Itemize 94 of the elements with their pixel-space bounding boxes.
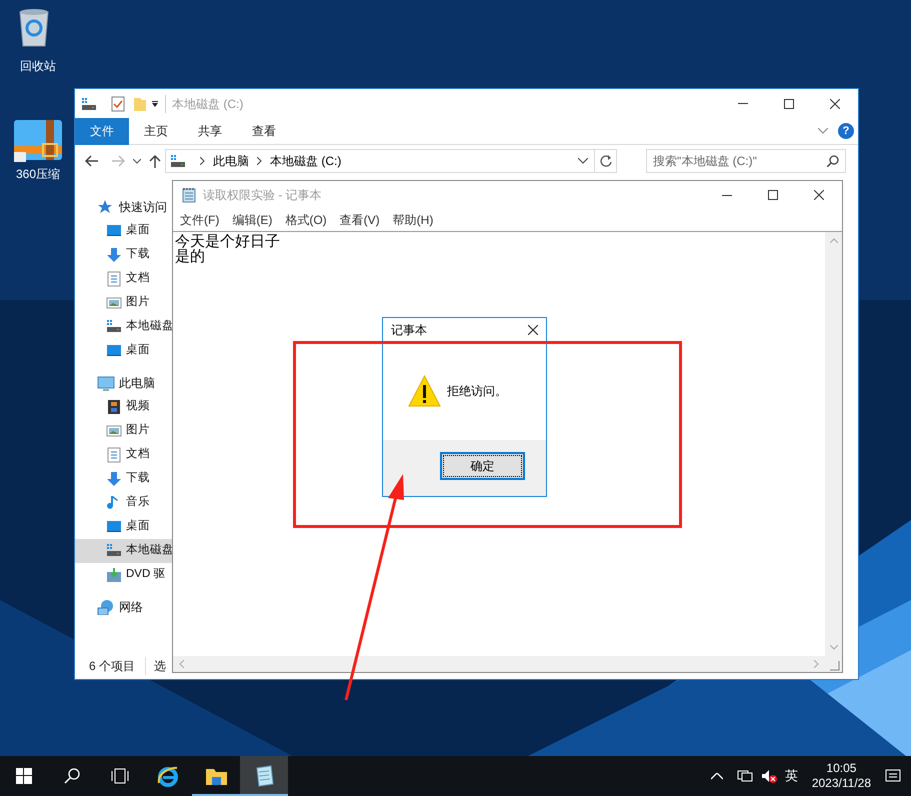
sidebar-item[interactable]: 快速访问: [119, 198, 167, 216]
sidebar-item[interactable]: 音乐: [75, 491, 173, 515]
film-icon: [106, 399, 122, 415]
address-bar[interactable]: 此电脑 本地磁盘 (C:): [165, 149, 617, 173]
drive-icon: [106, 543, 122, 559]
refresh-icon[interactable]: [600, 155, 612, 167]
chevron-up-icon[interactable]: [710, 772, 723, 780]
search-icon: [827, 155, 839, 167]
search-icon: [64, 768, 80, 784]
menu-item[interactable]: 格式(O): [285, 211, 327, 229]
drive-icon: [170, 154, 186, 168]
dvd-drive-icon: [106, 567, 122, 583]
computer-icon: [97, 375, 115, 391]
clock[interactable]: 10:05 2023/11/28: [806, 761, 877, 791]
image-icon: [106, 295, 122, 311]
ribbon-tab[interactable]: 查看: [237, 118, 291, 144]
network-icon: [97, 599, 115, 615]
desktop-icon-label[interactable]: 360压缩: [16, 166, 60, 182]
ribbon-tab[interactable]: 主页: [129, 118, 183, 144]
breadcrumb[interactable]: 本地磁盘 (C:): [270, 152, 342, 170]
ribbon-tab[interactable]: 共享: [183, 118, 237, 144]
sidebar-item[interactable]: 图片: [75, 291, 173, 315]
close-icon[interactable]: [814, 190, 824, 200]
notepad-icon: [181, 187, 197, 203]
ok-button[interactable]: 确定: [440, 452, 525, 480]
document-icon: [106, 447, 122, 463]
menu-item[interactable]: 帮助(H): [392, 211, 434, 229]
sidebar-item[interactable]: 网络: [119, 598, 143, 616]
close-icon[interactable]: [528, 325, 538, 335]
sidebar-item[interactable]: 此电脑: [119, 374, 155, 392]
desktop-icon: [106, 519, 122, 535]
document-icon: [106, 271, 122, 287]
minimize-icon[interactable]: [722, 194, 732, 196]
sidebar-item[interactable]: 文档: [75, 443, 173, 467]
window-title: 读取权限实验 - 记事本: [203, 187, 322, 204]
sidebar-item[interactable]: 文档: [75, 267, 173, 291]
sidebar-item[interactable]: 图片: [75, 419, 173, 443]
maximize-icon[interactable]: [768, 190, 778, 200]
input-method-button[interactable]: 英: [784, 766, 798, 786]
text-line[interactable]: 是的: [175, 249, 205, 264]
chevron-right-icon: [257, 157, 262, 165]
chevron-down-icon: [818, 128, 828, 134]
drive-icon: [106, 319, 122, 335]
status-text: 6 个项目: [89, 658, 136, 675]
status-text: 选: [145, 657, 166, 675]
chevron-right-icon: [200, 157, 205, 165]
speaker-muted-icon[interactable]: [760, 769, 777, 783]
download-arrow-icon: [106, 247, 122, 263]
checklist-icon[interactable]: [111, 96, 125, 112]
text-line[interactable]: 今天是个好日子: [175, 234, 280, 249]
sidebar-item[interactable]: 桌面: [75, 339, 173, 363]
window-title: 本地磁盘 (C:): [165, 94, 244, 112]
close-icon[interactable]: [830, 98, 840, 108]
breadcrumb[interactable]: 此电脑: [213, 152, 249, 170]
menu-item[interactable]: 文件(F): [180, 211, 220, 229]
drive-icon: [81, 96, 97, 110]
warning-icon: [408, 375, 441, 407]
download-arrow-icon: [106, 471, 122, 487]
desktop-icon: [106, 223, 122, 239]
sidebar-item[interactable]: 桌面: [75, 515, 173, 539]
task-view-icon: [111, 768, 129, 784]
dialog-title: 记事本: [391, 322, 427, 339]
sidebar-item[interactable]: 下载: [75, 467, 173, 491]
scroll-right-icon: [814, 660, 819, 668]
search-field[interactable]: 搜索"本地磁盘 (C:)": [646, 149, 846, 173]
sidebar-item[interactable]: 视频: [75, 395, 173, 419]
sidebar-item[interactable]: 下载: [75, 243, 173, 267]
scroll-up-icon: [830, 238, 838, 243]
desktop-icon-label[interactable]: 回收站: [20, 58, 56, 74]
dialog-message: 拒绝访问。: [447, 383, 507, 400]
network-icon[interactable]: [736, 769, 753, 783]
sidebar-item[interactable]: DVD 驱: [75, 563, 173, 587]
sidebar-item[interactable]: 本地磁盘: [75, 315, 173, 339]
notification-icon[interactable]: [885, 768, 901, 784]
sidebar-item[interactable]: 本地磁盘: [75, 539, 173, 563]
maximize-icon[interactable]: [784, 98, 794, 108]
back-arrow-icon[interactable]: [85, 155, 99, 167]
chevron-down-icon[interactable]: [133, 158, 141, 164]
scroll-down-icon: [830, 645, 838, 650]
sidebar-item[interactable]: 桌面: [75, 219, 173, 243]
vertical-scrollbar[interactable]: [825, 232, 842, 656]
up-arrow-icon[interactable]: [149, 154, 161, 168]
scroll-left-icon: [179, 660, 184, 668]
help-button[interactable]: ?: [838, 123, 854, 139]
desktop-icon: [106, 343, 122, 359]
menu-item[interactable]: 查看(V): [340, 211, 380, 229]
ribbon-tab[interactable]: 文件: [75, 118, 129, 144]
taskbar-button[interactable]: [240, 756, 288, 796]
browser-e-icon: [157, 765, 179, 787]
menu-item[interactable]: 编辑(E): [232, 211, 272, 229]
start-icon: [16, 768, 32, 784]
image-icon: [106, 423, 122, 439]
dropdown-icon[interactable]: [151, 100, 159, 108]
chevron-down-icon[interactable]: [578, 158, 588, 164]
